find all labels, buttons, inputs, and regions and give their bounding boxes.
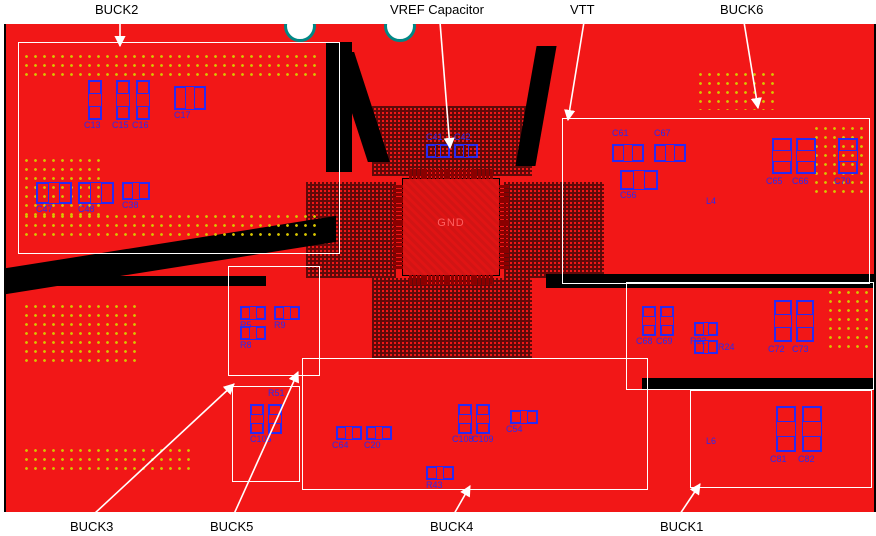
smd-res — [426, 466, 454, 480]
smd-res — [274, 306, 300, 320]
label-buck5: BUCK5 — [210, 519, 253, 534]
smd-cap — [838, 138, 858, 174]
smd-cap — [88, 80, 102, 120]
smd-res — [240, 326, 266, 340]
smd-cap — [612, 144, 644, 162]
pmic-qfn-chip: GND — [402, 178, 500, 276]
label-buck2: BUCK2 — [95, 2, 138, 17]
smd-cap — [476, 404, 490, 434]
refdes: C15 — [112, 120, 129, 130]
via-field — [22, 212, 322, 236]
refdes: R9 — [274, 320, 286, 330]
top-label-band: BUCK2 VREF Capacitor VTT BUCK6 — [0, 0, 876, 24]
trace-bundle-south — [372, 278, 532, 358]
pcb-annotated-layout: GND C15 C16 C13 C47 C48 C38 C17 C41 C42 … — [0, 0, 876, 536]
smd-cap — [36, 182, 72, 204]
refdes: C38 — [122, 200, 139, 210]
chip-center-net-label: GND — [403, 217, 499, 229]
smd-res — [694, 340, 718, 354]
label-buck1: BUCK1 — [660, 519, 703, 534]
label-vtt: VTT — [570, 2, 595, 17]
refdes: R8 — [240, 340, 252, 350]
refdes: C109 — [472, 434, 494, 444]
smd-cap — [796, 138, 816, 174]
smd-cap — [268, 404, 282, 434]
via-field — [826, 288, 870, 354]
refdes: C73 — [792, 344, 809, 354]
label-buck3: BUCK3 — [70, 519, 113, 534]
refdes: L4 — [706, 196, 716, 206]
smd-cap — [620, 170, 658, 190]
chip-pins-east — [499, 185, 509, 269]
smd-cap — [136, 80, 150, 120]
refdes: C61 — [612, 128, 629, 138]
refdes: C81 — [770, 454, 787, 464]
smd-cap — [366, 426, 392, 440]
refdes: L6 — [706, 436, 716, 446]
refdes: C20 — [364, 440, 381, 450]
refdes: C68 — [636, 336, 653, 346]
refdes: R24 — [718, 342, 735, 352]
smd-res — [694, 322, 718, 336]
smd-cap — [772, 138, 792, 174]
refdes: C70 — [834, 176, 851, 186]
smd-cap — [454, 144, 478, 158]
smd-cap — [458, 404, 472, 434]
refdes: C66 — [792, 176, 809, 186]
chip-pins-north — [409, 169, 493, 179]
refdes: C105 — [250, 434, 272, 444]
via-field — [696, 70, 780, 110]
smd-cap — [774, 300, 792, 342]
refdes: R43 — [426, 480, 443, 490]
label-buck4: BUCK4 — [430, 519, 473, 534]
pcb-board: GND C15 C16 C13 C47 C48 C38 C17 C41 C42 … — [4, 4, 876, 536]
smd-cap — [250, 404, 264, 434]
smd-cap — [122, 182, 150, 200]
refdes: C41 — [426, 132, 443, 142]
plane-cut — [642, 378, 874, 390]
refdes: C47 — [36, 204, 53, 214]
refdes: C13 — [84, 120, 101, 130]
via-field — [22, 52, 322, 80]
label-buck6: BUCK6 — [720, 2, 763, 17]
smd-cap — [796, 300, 814, 342]
refdes: C82 — [798, 454, 815, 464]
smd-cap — [116, 80, 130, 120]
trace-bundle-north — [372, 106, 532, 176]
label-vref: VREF Capacitor — [390, 2, 484, 17]
smd-cap — [654, 144, 686, 162]
refdes: C54 — [506, 424, 523, 434]
smd-res — [240, 306, 266, 320]
smd-cap — [802, 406, 822, 452]
smd-cap — [776, 406, 796, 452]
smd-cap — [336, 426, 362, 440]
refdes: C48 — [78, 204, 95, 214]
smd-cap — [78, 182, 114, 204]
refdes: C67 — [654, 128, 671, 138]
refdes: C69 — [656, 336, 673, 346]
refdes: C72 — [768, 344, 785, 354]
via-field — [22, 446, 192, 472]
region-buck4 — [302, 358, 648, 490]
plane-cut — [6, 276, 266, 286]
smd-cap — [510, 410, 538, 424]
trace-bundle-east — [504, 182, 604, 278]
refdes: C65 — [766, 176, 783, 186]
refdes: C42 — [454, 132, 471, 142]
refdes: C108 — [452, 434, 474, 444]
chip-pins-south — [409, 275, 493, 285]
refdes: R51 — [268, 388, 285, 398]
refdes: C64 — [332, 440, 349, 450]
chip-pins-west — [393, 185, 403, 269]
smd-cap — [174, 86, 206, 110]
smd-cap — [642, 306, 656, 336]
bottom-label-band: BUCK3 BUCK5 BUCK4 BUCK1 — [0, 512, 876, 536]
refdes: C16 — [132, 120, 149, 130]
smd-cap — [660, 306, 674, 336]
smd-cap — [426, 144, 450, 158]
refdes: C56 — [620, 190, 637, 200]
via-field — [22, 302, 142, 362]
refdes: C17 — [174, 110, 191, 120]
